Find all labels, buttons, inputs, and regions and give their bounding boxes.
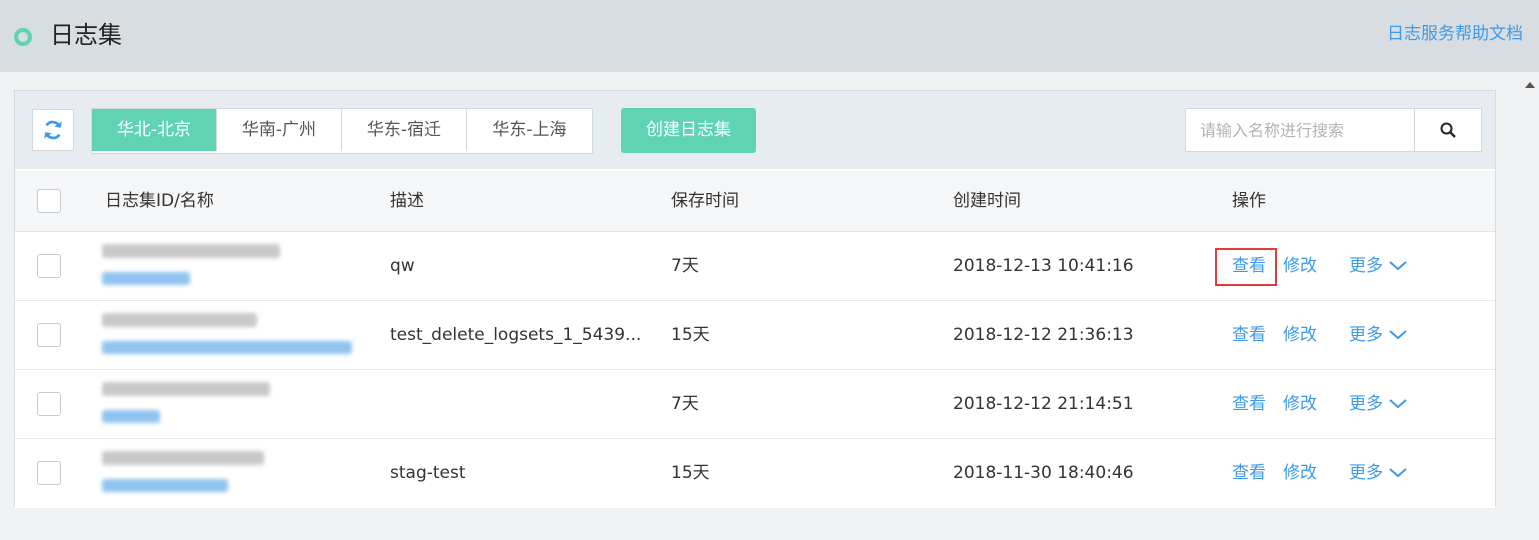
select-all-checkbox[interactable] xyxy=(37,189,61,213)
chevron-down-icon xyxy=(1389,330,1407,340)
logset-id-redacted xyxy=(102,244,280,258)
table-row: test_delete_logsets_1_5439... 15天 2018-1… xyxy=(15,301,1495,370)
view-button[interactable]: 查看 xyxy=(1232,439,1266,507)
column-header-retention: 保存时间 xyxy=(671,191,739,211)
edit-button[interactable]: 修改 xyxy=(1283,232,1317,300)
region-tabs: 华北-北京 华南-广州 华东-宿迁 华东-上海 xyxy=(91,108,593,154)
search-input[interactable] xyxy=(1186,109,1414,151)
more-label: 更多 xyxy=(1349,394,1383,414)
more-dropdown[interactable]: 更多 xyxy=(1349,370,1407,438)
region-tab-shanghai[interactable]: 华东-上海 xyxy=(467,109,592,151)
edit-button[interactable]: 修改 xyxy=(1283,370,1317,438)
chevron-down-icon xyxy=(1389,261,1407,271)
row-checkbox[interactable] xyxy=(37,323,61,347)
refresh-icon xyxy=(44,120,62,140)
scroll-up-icon[interactable] xyxy=(1525,82,1535,88)
toolbar: 华北-北京 华南-广州 华东-宿迁 华东-上海 创建日志集 xyxy=(15,91,1495,169)
view-button[interactable]: 查看 xyxy=(1232,370,1266,438)
region-tab-guangzhou[interactable]: 华南-广州 xyxy=(217,109,342,151)
column-header-description: 描述 xyxy=(390,191,424,211)
logset-name-redacted[interactable] xyxy=(102,410,160,423)
logset-id-redacted xyxy=(102,313,257,327)
row-retention: 15天 xyxy=(671,325,710,345)
row-retention: 7天 xyxy=(671,394,699,414)
edit-button[interactable]: 修改 xyxy=(1283,301,1317,369)
row-description: test_delete_logsets_1_5439... xyxy=(390,325,642,345)
row-created-time: 2018-12-12 21:36:13 xyxy=(953,325,1134,345)
more-label: 更多 xyxy=(1349,463,1383,483)
logset-id-redacted xyxy=(102,382,270,396)
help-docs-link[interactable]: 日志服务帮助文档 xyxy=(1387,22,1523,46)
logset-name-redacted[interactable] xyxy=(102,272,190,285)
row-retention: 15天 xyxy=(671,463,710,483)
logset-panel: 华北-北京 华南-广州 华东-宿迁 华东-上海 创建日志集 日志集ID/名称 描… xyxy=(14,90,1496,508)
view-button[interactable]: 查看 xyxy=(1232,232,1266,300)
edit-button[interactable]: 修改 xyxy=(1283,439,1317,507)
row-created-time: 2018-12-13 10:41:16 xyxy=(953,256,1134,276)
table-row: qw 7天 2018-12-13 10:41:16 查看 修改 更多 xyxy=(15,232,1495,301)
scrollbar[interactable] xyxy=(1521,72,1539,540)
region-tab-suqian[interactable]: 华东-宿迁 xyxy=(342,109,467,151)
search-icon xyxy=(1440,122,1456,138)
create-logset-button[interactable]: 创建日志集 xyxy=(621,108,756,153)
page-header: 日志集 日志服务帮助文档 xyxy=(0,0,1539,72)
row-description: stag-test xyxy=(390,463,466,483)
row-created-time: 2018-11-30 18:40:46 xyxy=(953,463,1134,483)
table-header: 日志集ID/名称 描述 保存时间 创建时间 操作 xyxy=(15,171,1495,232)
chevron-down-icon xyxy=(1389,399,1407,409)
refresh-button[interactable] xyxy=(32,109,74,151)
row-description: qw xyxy=(390,256,415,276)
view-button[interactable]: 查看 xyxy=(1232,301,1266,369)
page-title: 日志集 xyxy=(50,21,122,49)
row-created-time: 2018-12-12 21:14:51 xyxy=(953,394,1134,414)
table-row: stag-test 15天 2018-11-30 18:40:46 查看 修改 … xyxy=(15,439,1495,508)
logset-name-redacted[interactable] xyxy=(102,479,228,492)
more-dropdown[interactable]: 更多 xyxy=(1349,301,1407,369)
chevron-down-icon xyxy=(1389,468,1407,478)
logset-name-redacted[interactable] xyxy=(102,341,352,354)
table-row: 7天 2018-12-12 21:14:51 查看 修改 更多 xyxy=(15,370,1495,439)
more-label: 更多 xyxy=(1349,325,1383,345)
search-box xyxy=(1185,108,1482,152)
row-checkbox[interactable] xyxy=(37,461,61,485)
column-header-created: 创建时间 xyxy=(953,191,1021,211)
row-checkbox[interactable] xyxy=(37,254,61,278)
more-dropdown[interactable]: 更多 xyxy=(1349,232,1407,300)
row-checkbox[interactable] xyxy=(37,392,61,416)
column-header-actions: 操作 xyxy=(1232,191,1266,211)
region-tab-beijing[interactable]: 华北-北京 xyxy=(92,109,217,151)
status-ring-icon xyxy=(14,28,32,46)
search-button[interactable] xyxy=(1414,109,1481,151)
logset-id-redacted xyxy=(102,451,264,465)
more-dropdown[interactable]: 更多 xyxy=(1349,439,1407,507)
row-retention: 7天 xyxy=(671,256,699,276)
column-header-id-name: 日志集ID/名称 xyxy=(105,191,214,211)
more-label: 更多 xyxy=(1349,256,1383,276)
